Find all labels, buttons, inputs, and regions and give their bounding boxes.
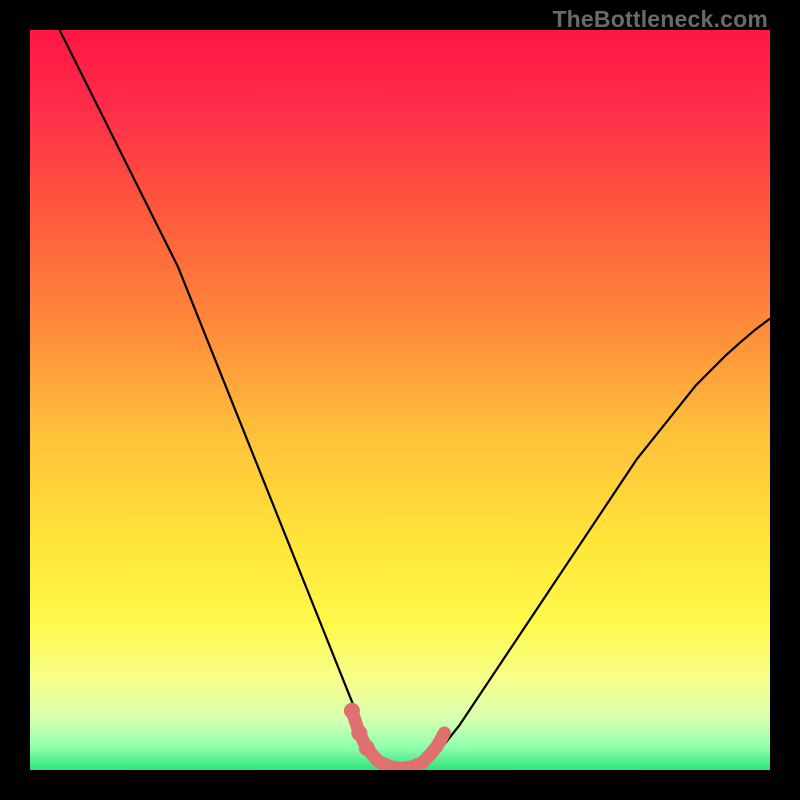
watermark-text: TheBottleneck.com — [552, 6, 768, 33]
curve-layer — [30, 30, 770, 770]
trough-markers — [344, 703, 445, 769]
trough-marker-dot — [344, 703, 360, 719]
trough-marker-dot — [351, 725, 367, 741]
trough-marker-dot — [359, 740, 375, 756]
plot-area — [30, 30, 770, 770]
bottleneck-curve — [60, 30, 770, 769]
chart-frame: TheBottleneck.com — [0, 0, 800, 800]
trough-highlight — [352, 711, 445, 769]
